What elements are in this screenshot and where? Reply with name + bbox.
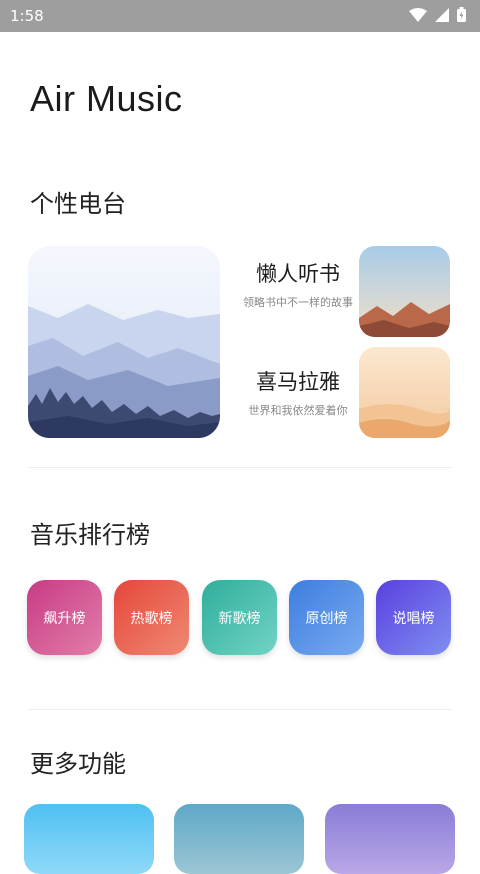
radio-item-name-lazy[interactable]: 懒人听书 xyxy=(238,258,358,288)
chart-button-original[interactable]: 原创榜 xyxy=(289,580,364,655)
radio-section-title: 个性电台 xyxy=(30,190,126,218)
wifi-icon xyxy=(409,7,427,26)
signal-icon xyxy=(435,7,449,26)
chart-button-hot[interactable]: 热歌榜 xyxy=(114,580,189,655)
chart-button-rap[interactable]: 说唱榜 xyxy=(376,580,451,655)
more-feature-card[interactable] xyxy=(24,804,154,874)
status-icons xyxy=(409,6,466,26)
radio-item-desc-himalaya: 世界和我依然爱着你 xyxy=(248,404,348,417)
chart-section-title: 音乐排行榜 xyxy=(30,521,150,549)
chart-button-label: 原创榜 xyxy=(305,610,348,627)
chart-button-soaring[interactable]: 飙升榜 xyxy=(27,580,102,655)
divider xyxy=(28,709,452,710)
radio-item-desc-lazy: 领略书中不一样的故事 xyxy=(243,296,353,309)
chart-button-new[interactable]: 新歌榜 xyxy=(202,580,277,655)
chart-button-label: 说唱榜 xyxy=(392,610,435,627)
radio-banner-image[interactable] xyxy=(28,246,220,438)
chart-button-label: 新歌榜 xyxy=(218,610,261,627)
radio-item-name-himalaya[interactable]: 喜马拉雅 xyxy=(238,366,358,396)
chart-button-label: 飙升榜 xyxy=(43,610,86,627)
chart-button-label: 热歌榜 xyxy=(130,610,173,627)
more-feature-card[interactable] xyxy=(325,804,455,874)
radio-thumb-himalaya[interactable] xyxy=(359,347,450,438)
divider xyxy=(28,467,452,468)
more-feature-card[interactable] xyxy=(174,804,304,874)
more-section-title: 更多功能 xyxy=(30,750,126,778)
status-bar: 1:58 xyxy=(0,0,480,32)
radio-thumb-lazy[interactable] xyxy=(359,246,450,337)
app-title: Air Music xyxy=(30,78,183,119)
battery-icon xyxy=(457,6,466,26)
status-time: 1:58 xyxy=(10,7,44,25)
